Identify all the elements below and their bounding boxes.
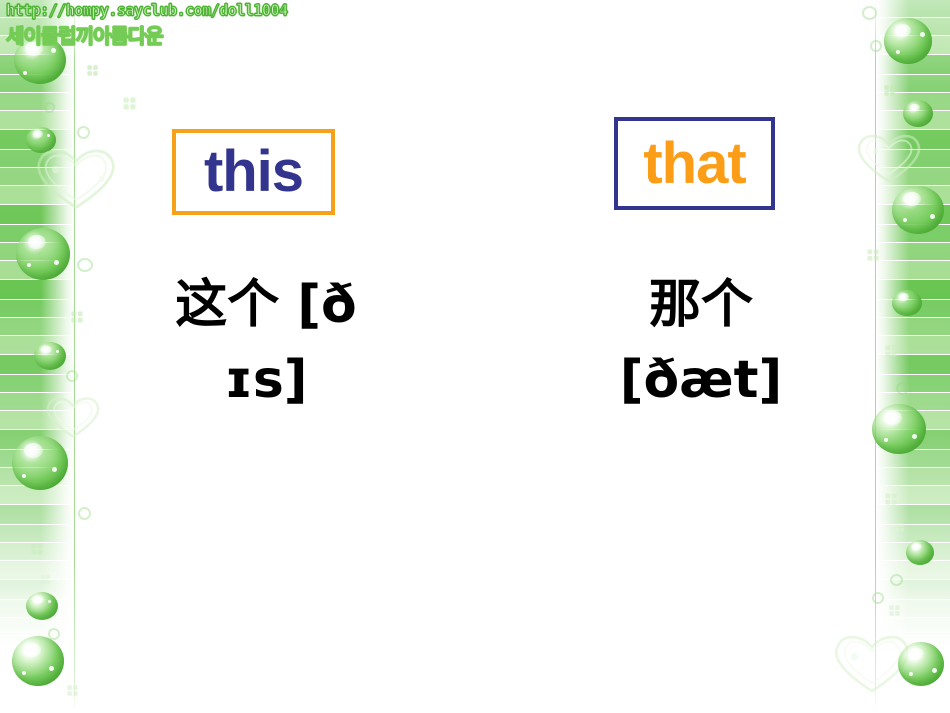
word-card-that: that <box>614 117 775 210</box>
left-stripe-fade <box>0 0 74 713</box>
bubble-icon <box>884 18 932 64</box>
watermark-url: http://hompy.sayclub.com/doll1004 <box>5 0 288 20</box>
ring-icon <box>48 628 60 640</box>
flower-icon <box>888 604 901 617</box>
flower-icon <box>866 248 880 262</box>
bubble-icon <box>26 592 58 620</box>
bubble-icon <box>12 436 68 490</box>
ring-icon <box>870 40 882 52</box>
bubble-icon <box>892 186 944 234</box>
heart-icon <box>828 628 916 696</box>
left-stripe-bands <box>0 0 74 713</box>
flower-icon <box>40 572 51 584</box>
bubble-icon <box>892 290 922 316</box>
right-vertical-rule <box>875 0 876 713</box>
ring-icon <box>896 382 909 395</box>
bubble-icon <box>872 404 926 454</box>
flower-icon <box>30 542 44 556</box>
left-decorative-border <box>0 0 74 713</box>
right-stripe-bands <box>876 0 950 713</box>
bubble-icon <box>16 228 70 280</box>
bubble-icon <box>12 636 64 686</box>
ring-icon <box>77 126 90 139</box>
ring-icon <box>890 574 903 586</box>
flower-icon <box>884 492 898 506</box>
ring-icon <box>44 102 55 113</box>
right-stripe-edge-fade <box>876 0 950 713</box>
ring-icon <box>78 507 91 520</box>
flower-icon <box>122 96 137 111</box>
flower-icon <box>66 684 79 697</box>
heart-icon <box>30 142 122 212</box>
bubble-icon <box>26 127 56 153</box>
right-stripe-fade <box>876 0 950 713</box>
flower-icon <box>883 84 896 97</box>
flower-icon <box>894 520 905 532</box>
bubble-icon <box>906 540 934 565</box>
ring-icon <box>872 592 884 604</box>
translation-that: 那个 [ðæt] <box>619 275 783 411</box>
bubble-icon <box>903 100 933 127</box>
heart-icon <box>852 128 926 186</box>
heart-icon <box>42 392 104 440</box>
slide-canvas: http://hompy.sayclub.com/doll1004 세이클럽끼아… <box>0 0 950 713</box>
word-label-this: this <box>203 139 304 204</box>
ring-icon <box>66 370 78 382</box>
bubble-icon <box>34 342 66 370</box>
translation-this: 这个 [ð ɪs] <box>175 275 357 411</box>
flower-icon <box>884 344 898 358</box>
left-vertical-rule <box>74 0 75 713</box>
watermark: http://hompy.sayclub.com/doll1004 세이클럽끼아… <box>5 0 288 49</box>
left-stripe-edge-fade <box>0 0 74 713</box>
watermark-korean-text: 세이클럽끼아름다운 <box>5 23 164 48</box>
ring-icon <box>77 258 93 272</box>
bubble-icon <box>898 642 944 686</box>
word-card-this: this <box>172 129 335 215</box>
word-label-that: that <box>643 130 746 196</box>
right-decorative-border <box>876 0 950 713</box>
flower-icon <box>70 310 84 324</box>
flower-icon <box>86 64 99 77</box>
